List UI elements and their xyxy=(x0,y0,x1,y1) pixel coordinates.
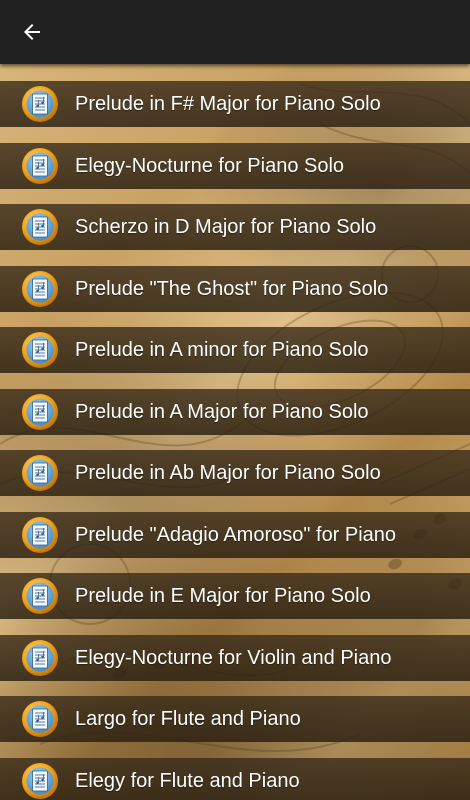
back-button[interactable] xyxy=(8,8,56,56)
music-sheet-badge-icon xyxy=(21,762,59,800)
music-sheet-badge-icon xyxy=(21,331,59,369)
music-sheet-badge-icon xyxy=(21,577,59,615)
list-item-label: Elegy for Flute and Piano xyxy=(75,770,300,792)
arrow-back-icon xyxy=(24,24,40,40)
list-item-label: Elegy-Nocturne for Violin and Piano xyxy=(75,647,392,669)
list-item-label: Scherzo in D Major for Piano Solo xyxy=(75,216,377,238)
list-item[interactable]: Elegy-Nocturne for Piano Solo xyxy=(0,143,470,189)
list-item[interactable]: Prelude in F# Major for Piano Solo xyxy=(0,81,470,127)
music-sheet-badge-icon xyxy=(21,700,59,738)
music-sheet-badge-icon xyxy=(21,147,59,185)
list-item[interactable]: Largo for Flute and Piano xyxy=(0,696,470,742)
music-sheet-badge-icon xyxy=(21,516,59,554)
list-item-label: Largo for Flute and Piano xyxy=(75,708,301,730)
list-item[interactable]: Prelude "Adagio Amoroso" for Piano xyxy=(0,512,470,558)
list-item-label: Prelude in E Major for Piano Solo xyxy=(75,585,371,607)
song-list-view[interactable]: Prelude in F# Major for Piano Solo Elegy… xyxy=(0,64,470,800)
list-item[interactable]: Prelude "The Ghost" for Piano Solo xyxy=(0,266,470,312)
list-item[interactable]: Prelude in Ab Major for Piano Solo xyxy=(0,450,470,496)
list-item-label: Prelude in A Major for Piano Solo xyxy=(75,401,369,423)
list-item[interactable]: Prelude in E Major for Piano Solo xyxy=(0,573,470,619)
list-item[interactable]: Elegy for Flute and Piano xyxy=(0,758,470,800)
music-sheet-badge-icon xyxy=(21,208,59,246)
list-item-label: Prelude "Adagio Amoroso" for Piano xyxy=(75,524,397,546)
music-sheet-badge-icon xyxy=(21,454,59,492)
list-item[interactable]: Scherzo in D Major for Piano Solo xyxy=(0,204,470,250)
music-sheet-badge-icon xyxy=(21,85,59,123)
list-item-label: Prelude "The Ghost" for Piano Solo xyxy=(75,278,389,300)
list-item[interactable]: Prelude in A minor for Piano Solo xyxy=(0,327,470,373)
list-item[interactable]: Elegy-Nocturne for Violin and Piano xyxy=(0,635,470,681)
list-item[interactable]: Prelude in A Major for Piano Solo xyxy=(0,389,470,435)
app-bar xyxy=(0,0,470,64)
list-item-label: Elegy-Nocturne for Piano Solo xyxy=(75,155,345,177)
list-item-label: Prelude in F# Major for Piano Solo xyxy=(75,93,381,115)
music-sheet-badge-icon xyxy=(21,639,59,677)
music-sheet-badge-icon xyxy=(21,270,59,308)
music-sheet-badge-icon xyxy=(21,393,59,431)
list-item-label: Prelude in Ab Major for Piano Solo xyxy=(75,462,381,484)
list-item-label: Prelude in A minor for Piano Solo xyxy=(75,339,369,361)
